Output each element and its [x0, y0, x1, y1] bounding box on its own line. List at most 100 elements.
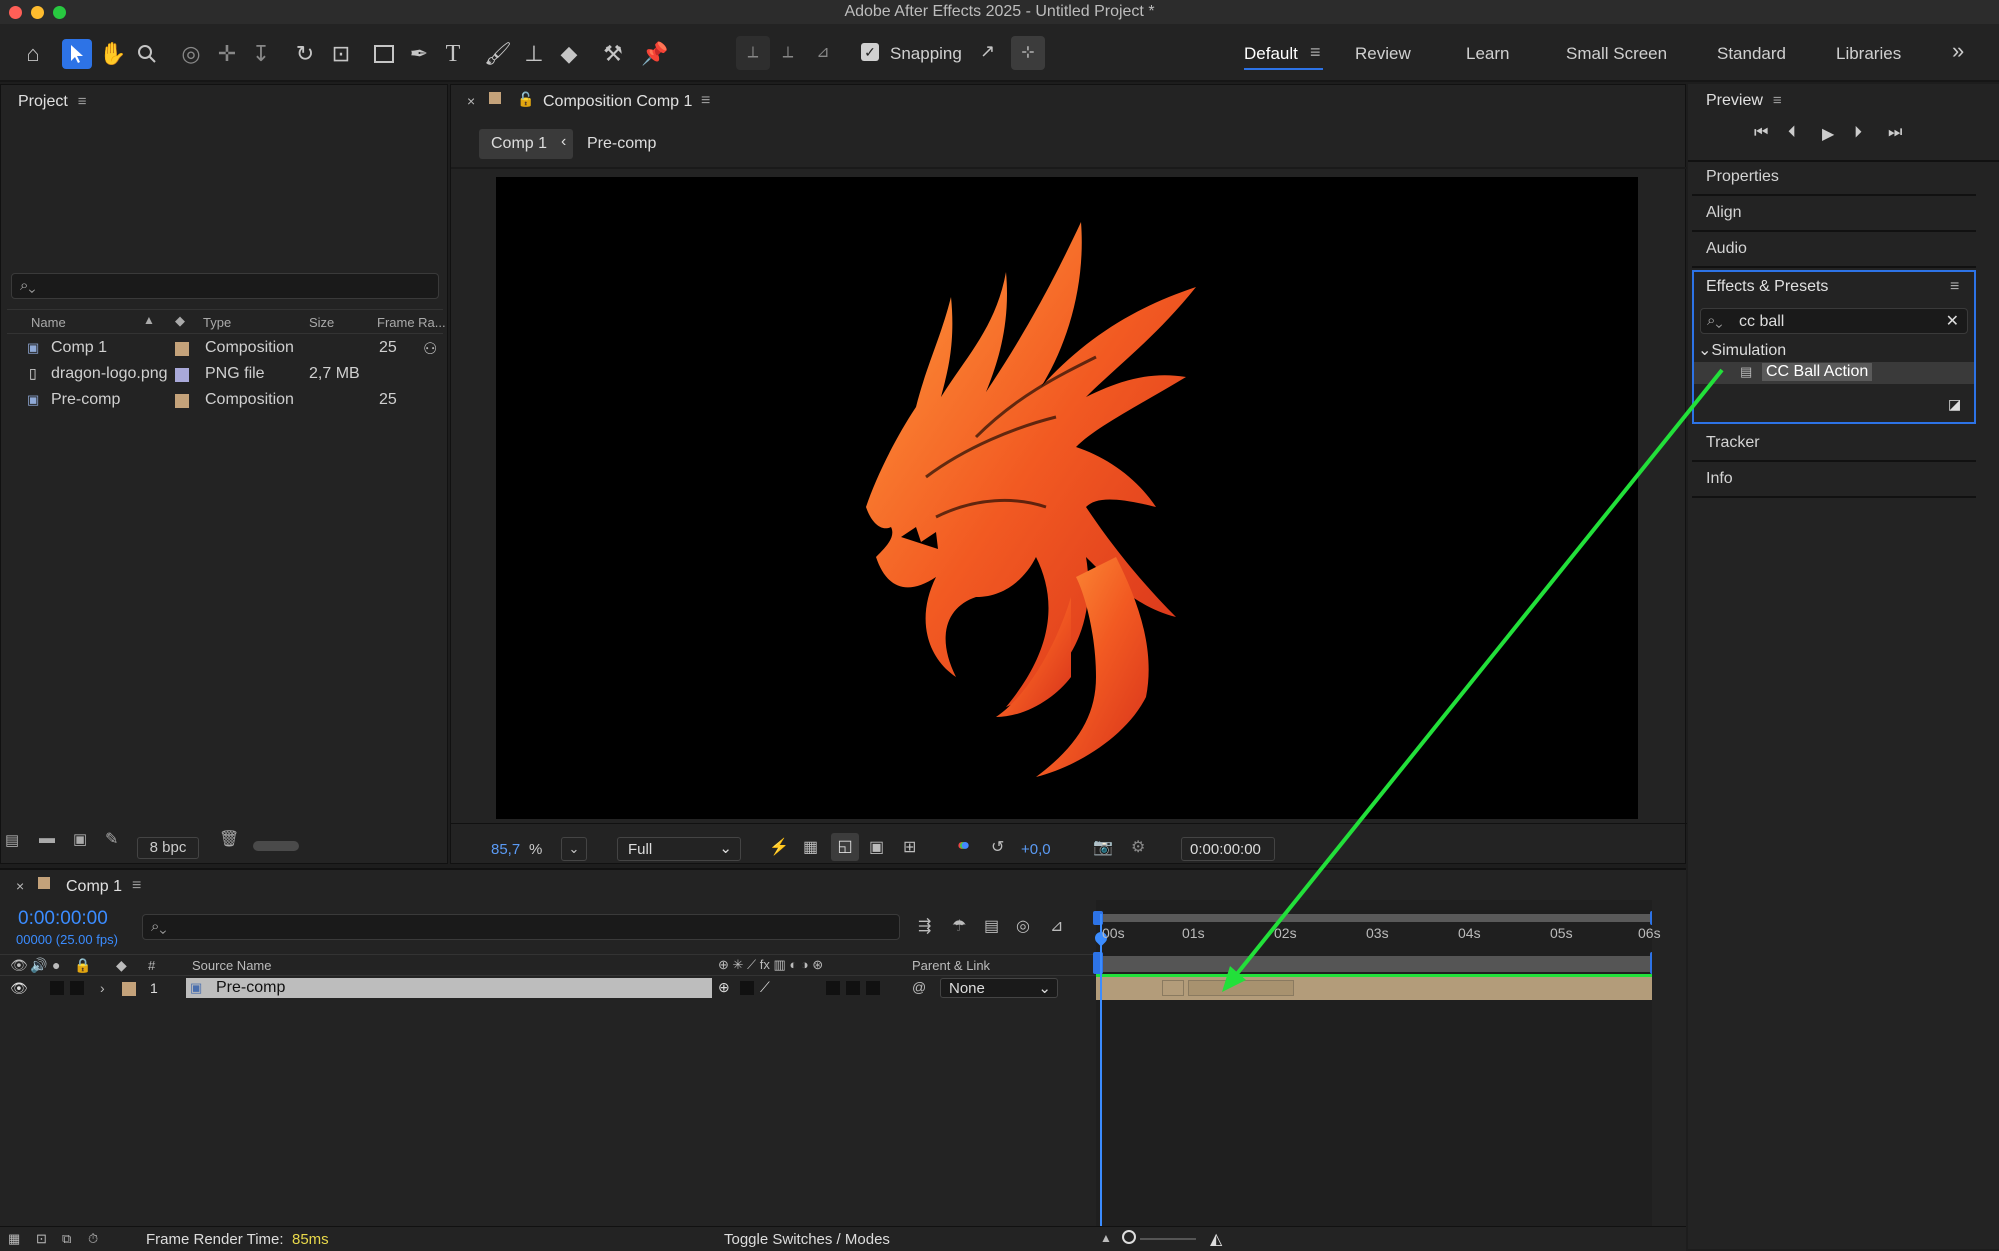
pan-behind-tool-icon[interactable]: ⊡ — [326, 39, 356, 69]
layer-label-swatch[interactable] — [122, 982, 136, 996]
category-simulation[interactable]: ⌄Simulation — [1698, 340, 1786, 360]
switches-icons[interactable]: ⊕ ✳ ⟋ fx ▥ ◐ ◑ ⊛ — [718, 957, 823, 973]
close-tab-icon[interactable]: × — [467, 93, 475, 109]
zoom-value[interactable]: 85,7 — [491, 841, 520, 858]
zoom-out-icon[interactable]: ▲ — [1100, 1231, 1112, 1245]
layer-row[interactable]: 👁 › 1 ▣ Pre-comp ⊕ ⟋ @ None ⌄ — [0, 978, 1096, 1000]
workspace-menu-icon[interactable]: ≡ — [1310, 42, 1321, 63]
workspace-review[interactable]: Review — [1355, 44, 1411, 64]
snapshot-camera-icon[interactable]: 📷 — [1093, 837, 1113, 857]
label-tag-icon[interactable]: ◆ — [116, 957, 127, 974]
quality-line-icon[interactable]: ⟋ — [760, 979, 770, 996]
column-frame-rate[interactable]: Frame Ra... — [377, 315, 446, 330]
current-time-display[interactable]: 0:00:00:00 — [18, 908, 108, 930]
composition-viewer[interactable] — [496, 177, 1638, 819]
breadcrumb-pre-comp[interactable]: Pre-comp — [587, 135, 656, 153]
trash-icon[interactable]: 🗑 — [219, 829, 239, 849]
grid-guide-icon[interactable]: ⊞ — [903, 837, 916, 857]
color-channels-icon[interactable]: ●●● — [957, 837, 970, 855]
work-area-bar[interactable] — [1096, 914, 1656, 922]
label-tag-icon[interactable]: ◆ — [175, 313, 185, 329]
type-tool-icon[interactable]: T — [438, 39, 468, 69]
region-of-interest-icon[interactable]: ▣ — [869, 837, 884, 857]
orbit-camera-icon[interactable]: ◎ — [176, 39, 206, 69]
hand-tool-icon[interactable]: ✋ — [98, 39, 128, 69]
parent-select[interactable]: None ⌄ — [940, 978, 1058, 998]
local-axis-icon[interactable]: ⟂ — [736, 36, 770, 70]
workspace-small-screen[interactable]: Small Screen — [1566, 44, 1667, 64]
project-item[interactable]: ▣ Comp 1 Composition 25 ⚇ — [9, 335, 437, 361]
properties-panel-tab[interactable]: Properties — [1692, 160, 1976, 196]
previous-frame-icon[interactable]: ⏴ — [1788, 124, 1796, 142]
project-search-input[interactable]: ⌕⌄ — [11, 273, 439, 299]
world-axis-icon[interactable]: ⟂ — [773, 36, 803, 70]
resolution-select[interactable]: Full ⌄ — [617, 837, 741, 861]
more-workspaces-icon[interactable]: » — [1952, 38, 1964, 64]
mask-path-icon[interactable]: ◱ — [831, 833, 859, 861]
clone-stamp-icon[interactable]: ⊥ — [519, 39, 549, 69]
roto-brush-icon[interactable]: ⚒ — [598, 39, 628, 69]
motion-blur-switch[interactable] — [826, 981, 840, 995]
layer-name[interactable]: Pre-comp — [216, 979, 285, 997]
graph-editor-icon[interactable]: ⊿ — [1050, 916, 1063, 936]
fast-previews-icon[interactable]: ⚡ — [769, 837, 789, 857]
panel-menu-icon[interactable]: ≡ — [701, 92, 710, 110]
workspace-learn[interactable]: Learn — [1466, 44, 1509, 64]
layer-switches-icon[interactable]: ⊡ — [36, 1231, 47, 1247]
column-size[interactable]: Size — [309, 315, 334, 330]
clear-search-icon[interactable]: ✕ — [1946, 311, 1959, 331]
zoom-window-button[interactable] — [53, 6, 66, 19]
new-folder-icon[interactable]: ◪ — [1948, 396, 1961, 413]
column-source-name[interactable]: Source Name — [192, 958, 271, 973]
eraser-tool-icon[interactable]: ◆ — [554, 39, 584, 69]
new-composition-icon[interactable]: ▣ — [73, 830, 87, 848]
solo-column-icon[interactable]: ● — [52, 957, 60, 973]
sort-ascending-icon[interactable]: ▲ — [143, 313, 155, 327]
selection-tool-icon[interactable] — [62, 39, 92, 69]
time-navigator[interactable] — [1096, 956, 1656, 972]
snap-edges-icon[interactable]: ↗ — [980, 41, 995, 62]
column-name[interactable]: Name — [31, 315, 66, 330]
render-time-icon[interactable]: ⏱ — [88, 1231, 98, 1247]
layer-duration-bar[interactable] — [1096, 974, 1652, 1000]
snap-features-icon[interactable]: ⊹ — [1011, 36, 1045, 70]
visibility-column-icon[interactable]: 👁 — [10, 957, 28, 974]
tracker-panel-tab[interactable]: Tracker — [1692, 426, 1976, 462]
shy-layers-icon[interactable]: ☂ — [952, 916, 966, 936]
puppet-pin-icon[interactable]: 📌 — [640, 39, 670, 69]
project-item[interactable]: ▯ dragon-logo.png PNG file 2,7 MB — [9, 361, 425, 387]
project-item[interactable]: ▣ Pre-comp Composition 25 — [9, 387, 425, 413]
first-frame-icon[interactable]: ⏮ — [1754, 124, 1768, 142]
play-icon[interactable]: ▶ — [1822, 124, 1834, 144]
label-color-swatch[interactable] — [175, 394, 189, 408]
dolly-camera-icon[interactable]: ↧ — [246, 39, 276, 69]
panel-menu-icon[interactable]: ≡ — [132, 877, 141, 895]
composition-tab-title[interactable]: Composition Comp 1 — [543, 93, 692, 111]
show-snapshot-icon[interactable]: ⚙ — [1131, 837, 1145, 857]
viewer-timecode[interactable]: 0:00:00:00 — [1181, 837, 1275, 861]
align-panel-tab[interactable]: Align — [1692, 196, 1976, 232]
playhead[interactable] — [1100, 914, 1102, 1251]
brush-tool-icon[interactable]: 🖌 — [483, 39, 513, 69]
motion-blur-icon[interactable]: ◎ — [1016, 916, 1030, 936]
audio-panel-tab[interactable]: Audio — [1692, 232, 1976, 268]
workspace-libraries[interactable]: Libraries — [1836, 44, 1901, 64]
effects-search-input[interactable]: ⌕⌄ cc ball ✕ — [1700, 308, 1968, 334]
rectangle-tool-icon[interactable] — [369, 39, 399, 69]
column-type[interactable]: Type — [203, 315, 231, 330]
zoom-in-icon[interactable]: ◭ — [1210, 1229, 1222, 1249]
panel-menu-icon[interactable]: ≡ — [1950, 278, 1959, 296]
solo-toggle[interactable] — [50, 981, 64, 995]
toggle-switches-modes[interactable]: Toggle Switches / Modes — [724, 1231, 890, 1248]
bit-depth-button[interactable]: 8 bpc — [137, 837, 199, 859]
pick-whip-icon[interactable]: @ — [912, 979, 926, 995]
flowchart-icon[interactable]: ⚇ — [423, 339, 437, 359]
pan-camera-icon[interactable]: ✛ — [212, 39, 242, 69]
reset-exposure-icon[interactable]: ↺ — [991, 837, 1004, 857]
close-window-button[interactable] — [9, 6, 22, 19]
zoom-tool-icon[interactable] — [132, 39, 162, 69]
timeline-tab-title[interactable]: Comp 1 — [66, 878, 122, 896]
zoom-slider-handle[interactable] — [1122, 1230, 1136, 1244]
quality-switch[interactable] — [740, 981, 754, 995]
audio-column-icon[interactable]: 🔊 — [30, 957, 47, 974]
